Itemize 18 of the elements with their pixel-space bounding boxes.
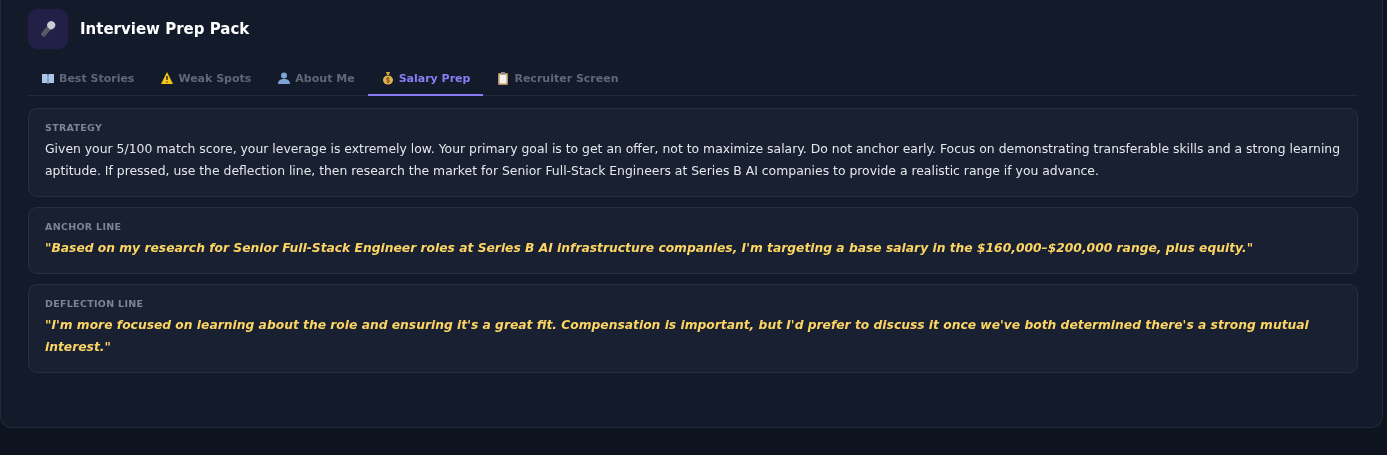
book-icon [41,71,55,85]
card-label: DEFLECTION LINE [45,298,145,309]
money-bag-icon [380,71,395,85]
tab[interactable]: Weak Spots [147,65,265,96]
tab[interactable]: About Me [264,65,368,96]
person-icon [277,71,292,85]
card-label: STRATEGY [45,122,104,133]
warning-icon [160,71,175,85]
tab[interactable]: Salary Prep [367,65,484,96]
card-label: ANCHOR LINE [45,221,123,232]
tab[interactable]: Best Stories [28,65,148,96]
microphone-icon [38,19,58,39]
card-text: Given your 5/100 match score, your leverage is extremely low. Your primary goal is to get an offer, not to maximize salary. Do not anchor early. Focus on demonstrating transferable skills and a strong learning aptitude. If pressed, use the deflection line, then research the market for Senior Full-Stack Engineers at Series B AI companies to provide a realistic range if you advance. [45,140,1341,180]
quote-text: "I'm more focused on learning about the role and ensuring it's a great fit. Compensation is important, but I'd prefer to discuss it once we've both determined there's a strong mutual interest." [45,317,1310,356]
tab[interactable]: Recruiter Screen [483,65,632,96]
clipboard-icon [496,71,511,85]
panel-title: Interview Prep Pack [80,20,250,38]
quote-text: "Based on my research for Senior Full-Stack Engineer roles at Series B AI infrastructure companies, I'm targeting a base salary in the $160,000–$200,000 range, plus equity." [45,240,1255,257]
